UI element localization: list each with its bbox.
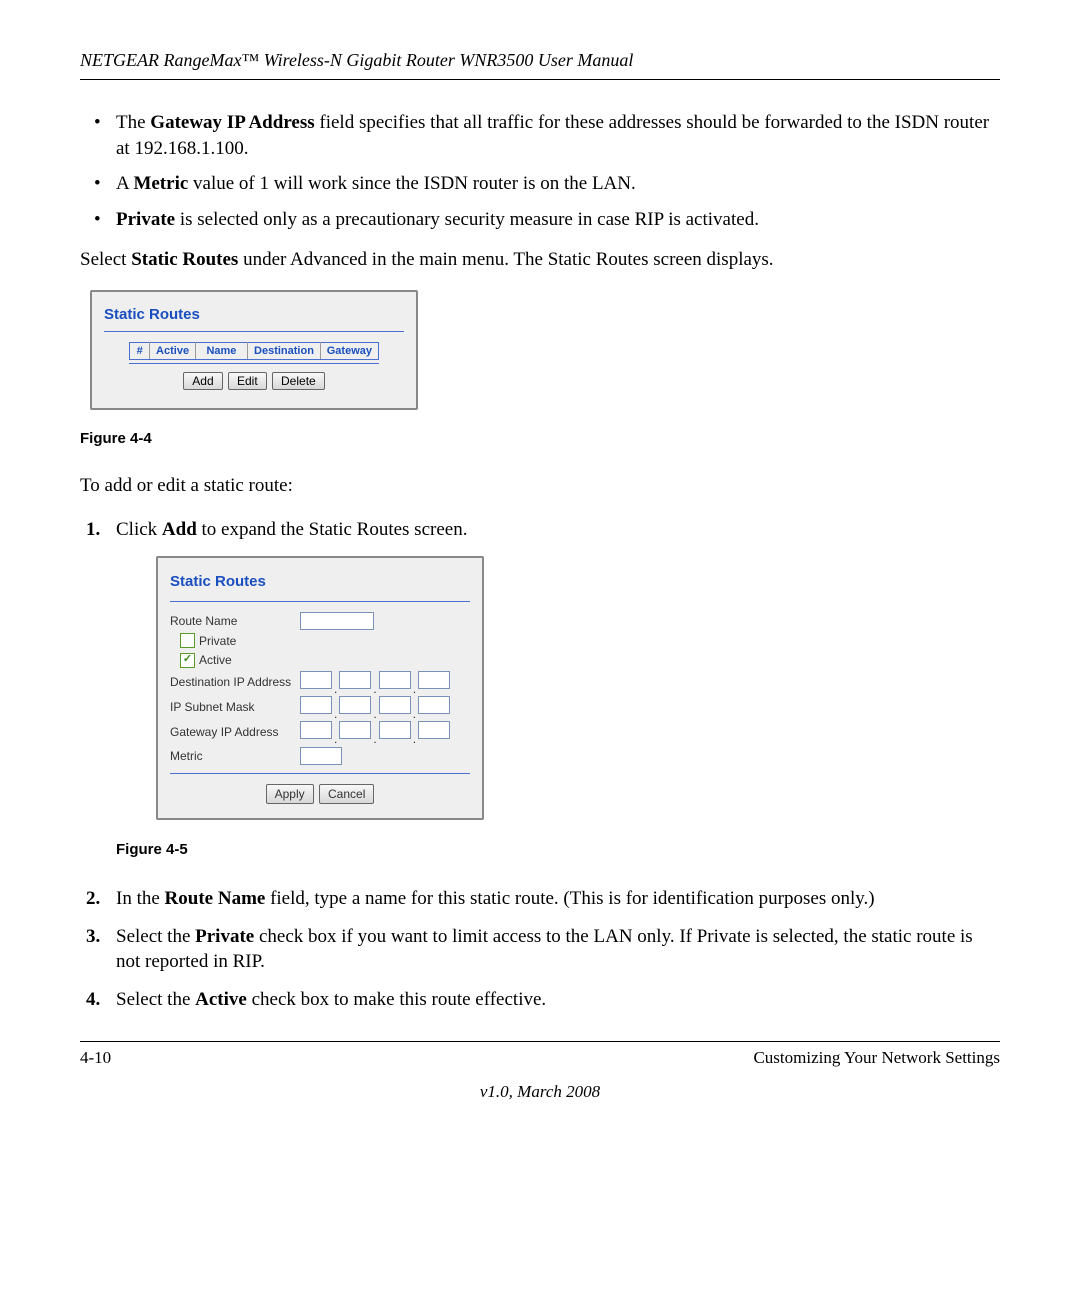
bold-term: Route Name <box>165 888 266 909</box>
text: check box to make this route effective. <box>247 989 546 1010</box>
bold-term: Add <box>162 519 197 540</box>
ip-octet-input[interactable] <box>339 696 371 714</box>
ip-octet-input[interactable] <box>339 671 371 689</box>
dot: . <box>411 707 418 721</box>
ip-octet-input[interactable] <box>300 696 332 714</box>
route-name-input[interactable] <box>300 612 374 630</box>
step-2: In the Route Name field, type a name for… <box>116 886 1000 912</box>
bold-term: Static Routes <box>131 249 238 270</box>
cancel-button[interactable]: Cancel <box>319 784 374 804</box>
text: Select <box>80 249 131 270</box>
version-line: v1.0, March 2008 <box>80 1082 1000 1102</box>
text: The <box>116 112 150 133</box>
dot: . <box>371 732 378 746</box>
apply-button[interactable]: Apply <box>266 784 314 804</box>
text: In the <box>116 888 165 909</box>
bullet-1: The Gateway IP Address field specifies t… <box>116 110 1000 161</box>
panel-title: Static Routes <box>170 572 470 592</box>
figure-4-5-caption: Figure 4-5 <box>116 840 1000 860</box>
ip-octet-input[interactable] <box>418 671 450 689</box>
text: Select the <box>116 989 195 1010</box>
ip-octet-input[interactable] <box>379 721 411 739</box>
dot: . <box>371 682 378 696</box>
page-footer: 4-10 Customizing Your Network Settings <box>80 1041 1000 1068</box>
bold-term: Metric <box>133 173 188 194</box>
dot: . <box>332 707 339 721</box>
active-label: Active <box>199 652 232 668</box>
edit-button[interactable]: Edit <box>228 372 267 390</box>
panel-title: Static Routes <box>104 306 404 323</box>
col-number: # <box>130 343 150 360</box>
col-destination: Destination <box>248 343 321 360</box>
divider <box>170 773 470 774</box>
metric-input[interactable] <box>300 747 342 765</box>
static-routes-form-panel: Static Routes Route Name Private ✓ Activ… <box>156 556 484 819</box>
add-button[interactable]: Add <box>183 372 222 390</box>
dest-ip-input-group: ... <box>300 671 450 693</box>
ip-octet-input[interactable] <box>418 696 450 714</box>
private-label: Private <box>199 633 236 649</box>
subnet-label: IP Subnet Mask <box>170 699 300 715</box>
section-name: Customizing Your Network Settings <box>753 1048 1000 1068</box>
bullet-list: The Gateway IP Address field specifies t… <box>80 110 1000 233</box>
bold-term: Gateway IP Address <box>150 112 314 133</box>
ip-octet-input[interactable] <box>339 721 371 739</box>
paragraph-add-edit: To add or edit a static route: <box>80 473 1000 499</box>
step-4: Select the Active check box to make this… <box>116 987 1000 1013</box>
text: is selected only as a precautionary secu… <box>175 209 759 230</box>
text: Click <box>116 519 162 540</box>
dot: . <box>332 732 339 746</box>
route-name-label: Route Name <box>170 613 300 629</box>
col-name: Name <box>195 343 248 360</box>
bold-term: Active <box>195 989 247 1010</box>
gateway-ip-label: Gateway IP Address <box>170 724 300 740</box>
bullet-2: A Metric value of 1 will work since the … <box>116 171 1000 197</box>
static-routes-list-panel: Static Routes # Active Name Destination … <box>90 290 418 410</box>
bullet-3: Private is selected only as a precaution… <box>116 207 1000 233</box>
col-active: Active <box>150 343 195 360</box>
dot: . <box>411 682 418 696</box>
routes-table: # Active Name Destination Gateway <box>129 342 379 360</box>
delete-button[interactable]: Delete <box>272 372 325 390</box>
ip-octet-input[interactable] <box>300 721 332 739</box>
divider <box>104 331 404 332</box>
text: Select the <box>116 926 195 947</box>
subnet-input-group: ... <box>300 696 450 718</box>
steps-list: Click Add to expand the Static Routes sc… <box>80 517 1000 1013</box>
ip-octet-input[interactable] <box>379 696 411 714</box>
metric-label: Metric <box>170 748 300 764</box>
bold-term: Private <box>116 209 175 230</box>
active-checkbox[interactable]: ✓ <box>180 653 195 668</box>
private-checkbox[interactable] <box>180 633 195 648</box>
page-header: NETGEAR RangeMax™ Wireless-N Gigabit Rou… <box>80 50 1000 80</box>
divider <box>129 363 379 364</box>
text: under Advanced in the main menu. The Sta… <box>238 249 773 270</box>
step-3: Select the Private check box if you want… <box>116 924 1000 975</box>
dot: . <box>371 707 378 721</box>
text: value of 1 will work since the ISDN rout… <box>188 173 635 194</box>
text: A <box>116 173 133 194</box>
figure-4-4-caption: Figure 4-4 <box>80 430 1000 447</box>
ip-octet-input[interactable] <box>418 721 450 739</box>
gateway-ip-input-group: ... <box>300 721 450 743</box>
bold-term: Private <box>195 926 254 947</box>
col-gateway: Gateway <box>320 343 378 360</box>
text: field, type a name for this static route… <box>265 888 874 909</box>
text: to expand the Static Routes screen. <box>197 519 468 540</box>
page-number: 4-10 <box>80 1048 111 1068</box>
dot: . <box>332 682 339 696</box>
paragraph-select-static: Select Static Routes under Advanced in t… <box>80 247 1000 273</box>
dot: . <box>411 732 418 746</box>
dest-ip-label: Destination IP Address <box>170 674 300 690</box>
ip-octet-input[interactable] <box>300 671 332 689</box>
step-1: Click Add to expand the Static Routes sc… <box>116 517 1000 860</box>
ip-octet-input[interactable] <box>379 671 411 689</box>
divider <box>170 601 470 602</box>
